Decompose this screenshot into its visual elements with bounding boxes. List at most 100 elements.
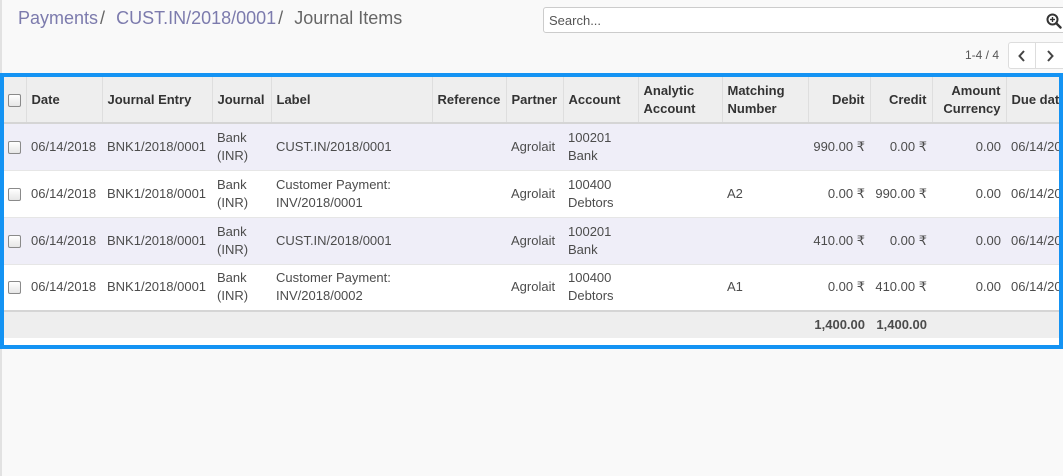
table-row[interactable]: 06/14/2018 BNK1/2018/0001 Bank (INR) CUS… xyxy=(4,123,1062,170)
cell-label: Customer Payment: INV/2018/0002 xyxy=(276,270,391,304)
journal-items-list: Date Journal Entry Journal Label Referen… xyxy=(0,73,1063,349)
row-checkbox-cell xyxy=(4,217,26,264)
cell-analytic-account xyxy=(638,264,722,311)
search-input[interactable] xyxy=(549,8,1049,32)
cell-account: 100400 Debtors xyxy=(568,270,614,304)
cell-amount-currency: 0.00 xyxy=(975,138,1001,154)
cell-journal: Bank (INR) xyxy=(217,223,249,257)
search-box xyxy=(543,7,1063,33)
table-totals-row: 1,400.00 1,400.00 xyxy=(4,311,1059,338)
column-header-due-date[interactable]: Due date xyxy=(1006,77,1059,124)
cell-analytic-account xyxy=(638,217,722,264)
cell-due-date: 06/14/2018 xyxy=(1011,232,1062,248)
cell-journal: Bank (INR) xyxy=(217,129,249,163)
row-checkbox-cell xyxy=(4,123,26,170)
cell-analytic-account xyxy=(638,170,722,217)
cell-account: 100201 Bank xyxy=(568,129,612,163)
row-checkbox-cell xyxy=(4,170,26,217)
row-checkbox[interactable] xyxy=(8,281,21,295)
column-header-partner[interactable]: Partner xyxy=(506,77,564,124)
total-credit: 1,400.00 xyxy=(876,317,927,332)
table-row[interactable]: 06/14/2018 BNK1/2018/0001 Bank (INR) Cus… xyxy=(4,264,1062,311)
column-header-journal-entry[interactable]: Journal Entry xyxy=(102,77,213,124)
column-header-account[interactable]: Account xyxy=(563,77,639,124)
cell-partner: Agrolait xyxy=(511,232,556,248)
cell-due-date: 06/14/2018 xyxy=(1011,138,1062,154)
cell-debit: 0.00 ₹ xyxy=(827,279,865,295)
row-checkbox[interactable] xyxy=(8,140,21,154)
cell-reference xyxy=(432,264,506,311)
cell-matching-number xyxy=(722,123,808,170)
cell-label: CUST.IN/2018/0001 xyxy=(276,232,392,248)
cell-account: 100201 Bank xyxy=(568,223,612,257)
cell-date: 06/14/2018 xyxy=(31,185,97,201)
pager-next-button[interactable] xyxy=(1036,42,1063,69)
breadcrumb-separator: / xyxy=(100,8,106,28)
cell-date: 06/14/2018 xyxy=(31,232,97,248)
column-header-date[interactable]: Date xyxy=(26,77,103,124)
cell-amount-currency: 0.00 xyxy=(975,232,1001,248)
cell-journal-entry: BNK1/2018/0001 xyxy=(107,279,207,295)
chevron-left-icon xyxy=(1018,49,1025,62)
cell-label: Customer Payment: INV/2018/0001 xyxy=(276,176,391,210)
cell-reference xyxy=(432,217,506,264)
cell-credit: 0.00 ₹ xyxy=(889,138,927,154)
cell-due-date: 06/14/2018 xyxy=(1011,185,1062,201)
column-header-amount-currency[interactable]: Amount Currency xyxy=(932,77,1007,124)
cell-due-date: 06/14/2018 xyxy=(1011,279,1062,295)
row-checkbox-cell xyxy=(4,264,26,311)
row-checkbox[interactable] xyxy=(8,187,21,201)
cell-reference xyxy=(432,123,506,170)
cell-amount-currency: 0.00 xyxy=(975,185,1001,201)
cell-debit: 990.00 ₹ xyxy=(813,138,865,154)
cell-debit: 410.00 ₹ xyxy=(813,232,865,248)
column-header-journal[interactable]: Journal xyxy=(212,77,272,124)
row-checkbox[interactable] xyxy=(8,234,21,248)
chevron-right-icon xyxy=(1046,49,1054,62)
cell-partner: Agrolait xyxy=(511,138,556,154)
breadcrumb-separator: / xyxy=(278,8,284,28)
total-debit: 1,400.00 xyxy=(814,317,865,332)
cell-journal-entry: BNK1/2018/0001 xyxy=(107,138,207,154)
cell-credit: 0.00 ₹ xyxy=(889,232,927,248)
totals-spacer xyxy=(4,311,808,338)
pager-previous-button[interactable] xyxy=(1008,42,1036,69)
search-icon[interactable] xyxy=(1046,13,1062,29)
cell-credit: 990.00 ₹ xyxy=(875,185,927,201)
select-all-cell xyxy=(4,77,27,124)
select-all-checkbox[interactable] xyxy=(8,93,21,107)
cell-reference xyxy=(432,170,506,217)
column-header-debit[interactable]: Debit xyxy=(808,77,871,124)
breadcrumb-payments[interactable]: Payments xyxy=(18,8,98,28)
cell-date: 06/14/2018 xyxy=(31,279,97,295)
cell-partner: Agrolait xyxy=(511,279,556,295)
cell-journal-entry: BNK1/2018/0001 xyxy=(107,232,207,248)
cell-journal: Bank (INR) xyxy=(217,176,249,210)
breadcrumb-payment-record[interactable]: CUST.IN/2018/0001 xyxy=(116,8,276,28)
cell-credit: 410.00 ₹ xyxy=(875,279,927,295)
cell-partner: Agrolait xyxy=(511,185,556,201)
breadcrumb: Payments / CUST.IN/2018/0001/ Journal Ite… xyxy=(18,8,402,29)
column-header-analytic-account[interactable]: Analytic Account xyxy=(638,77,723,124)
cell-journal: Bank (INR) xyxy=(217,270,249,304)
pager-value[interactable]: 1-4 / 4 xyxy=(965,48,999,62)
table-header-row: Date Journal Entry Journal Label Referen… xyxy=(4,77,1059,124)
cell-account: 100400 Debtors xyxy=(568,176,614,210)
column-header-matching-number[interactable]: Matching Number xyxy=(722,77,809,124)
column-header-reference[interactable]: Reference xyxy=(432,77,507,124)
column-header-label[interactable]: Label xyxy=(271,77,433,124)
cell-matching-number: A1 xyxy=(727,279,743,295)
table-row[interactable]: 06/14/2018 BNK1/2018/0001 Bank (INR) Cus… xyxy=(4,170,1062,217)
cell-debit: 0.00 ₹ xyxy=(827,185,865,201)
cell-label: CUST.IN/2018/0001 xyxy=(276,138,392,154)
breadcrumb-current: Journal Items xyxy=(294,8,403,28)
journal-items-table: Date Journal Entry Journal Label Referen… xyxy=(4,77,1062,338)
totals-spacer-end xyxy=(932,311,1059,338)
cell-date: 06/14/2018 xyxy=(31,138,97,154)
table-row[interactable]: 06/14/2018 BNK1/2018/0001 Bank (INR) CUS… xyxy=(4,217,1062,264)
cell-journal-entry: BNK1/2018/0001 xyxy=(107,185,207,201)
cell-matching-number: A2 xyxy=(727,185,743,201)
column-header-credit[interactable]: Credit xyxy=(870,77,933,124)
cell-analytic-account xyxy=(638,123,722,170)
cell-amount-currency: 0.00 xyxy=(975,279,1001,295)
